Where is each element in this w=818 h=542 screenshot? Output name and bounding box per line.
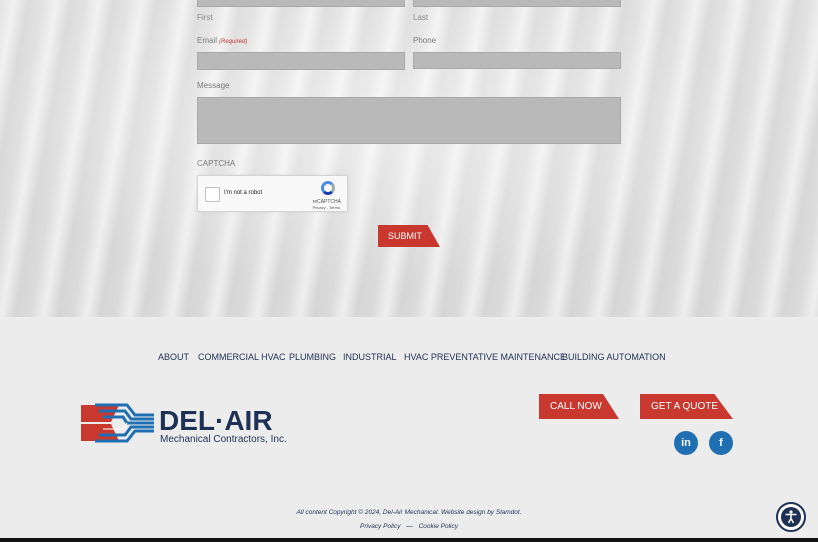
submit-button[interactable]: SUBMIT (378, 225, 440, 247)
nav-item-about[interactable]: ABOUT (158, 352, 189, 362)
brand-name: DEL·AIR (159, 405, 273, 436)
contact-form-section: First Last Email (Required) Phone Message… (0, 0, 818, 317)
nav-item-plumbing[interactable]: PLUMBING (289, 352, 336, 362)
recaptcha-logo-icon (321, 181, 335, 195)
get-quote-button[interactable]: GET A QUOTE (640, 394, 733, 419)
submit-label: SUBMIT (387, 231, 422, 241)
linkedin-icon[interactable]: in (674, 431, 698, 455)
first-name-label: First (197, 13, 213, 22)
nav-item-industrial[interactable]: INDUSTRIAL (343, 352, 397, 362)
message-textarea[interactable] (197, 97, 621, 144)
call-now-label: CALL NOW (550, 401, 602, 412)
del-air-logo-icon: DEL·AIR Mechanical Contractors, Inc. (81, 403, 287, 445)
nav-item-hvac-maintenance[interactable]: HVAC PREVENTATIVE MAINTENANCE (404, 352, 566, 362)
last-name-input[interactable] (413, 0, 621, 7)
nav-item-building-automation[interactable]: BUILDING AUTOMATION (562, 352, 666, 362)
last-name-label: Last (413, 13, 429, 22)
email-label-group: Email (Required) (197, 36, 247, 45)
facebook-icon[interactable]: f (709, 431, 733, 455)
privacy-policy-link[interactable]: Privacy Policy (360, 523, 400, 530)
first-name-input[interactable] (197, 0, 405, 7)
phone-label: Phone (413, 36, 437, 45)
email-required-tag: (Required) (219, 39, 248, 45)
accessibility-icon[interactable] (776, 502, 806, 532)
cookie-policy-link[interactable]: Cookie Policy (419, 523, 458, 530)
message-label: Message (197, 81, 230, 90)
get-quote-label: GET A QUOTE (651, 401, 719, 412)
recaptcha-checkbox[interactable] (205, 187, 220, 202)
nav-item-commercial-hvac[interactable]: COMMERCIAL HVAC (198, 352, 286, 362)
accessibility-figure-icon (785, 510, 797, 524)
legal-links: Privacy Policy — Cookie Policy (0, 523, 818, 530)
copyright-text: All content Copyright © 2024, Del-Air Me… (0, 509, 818, 516)
company-logo[interactable]: DEL·AIR Mechanical Contractors, Inc. (81, 402, 291, 446)
recaptcha-widget[interactable]: I'm not a robot reCAPTCHA Privacy - Term… (197, 175, 348, 212)
copyright-suffix: . (519, 509, 522, 516)
link-separator: — (406, 523, 413, 530)
copyright-prefix: All content Copyright © 2024, Del-Air Me… (296, 509, 496, 516)
email-input[interactable] (197, 52, 405, 70)
captcha-label: CAPTCHA (197, 159, 236, 168)
footer-nav: ABOUT COMMERCIAL HVAC PLUMBING INDUSTRIA… (0, 352, 818, 366)
email-label: Email (197, 36, 218, 45)
call-now-button[interactable]: CALL NOW (539, 394, 619, 419)
recaptcha-text: I'm not a robot (224, 190, 263, 196)
recaptcha-terms: Privacy - Terms (312, 205, 340, 210)
bottom-bar (0, 538, 818, 542)
phone-input[interactable] (413, 52, 621, 69)
brand-tagline: Mechanical Contractors, Inc. (160, 434, 287, 445)
designer-link[interactable]: Slamdot (496, 509, 520, 516)
